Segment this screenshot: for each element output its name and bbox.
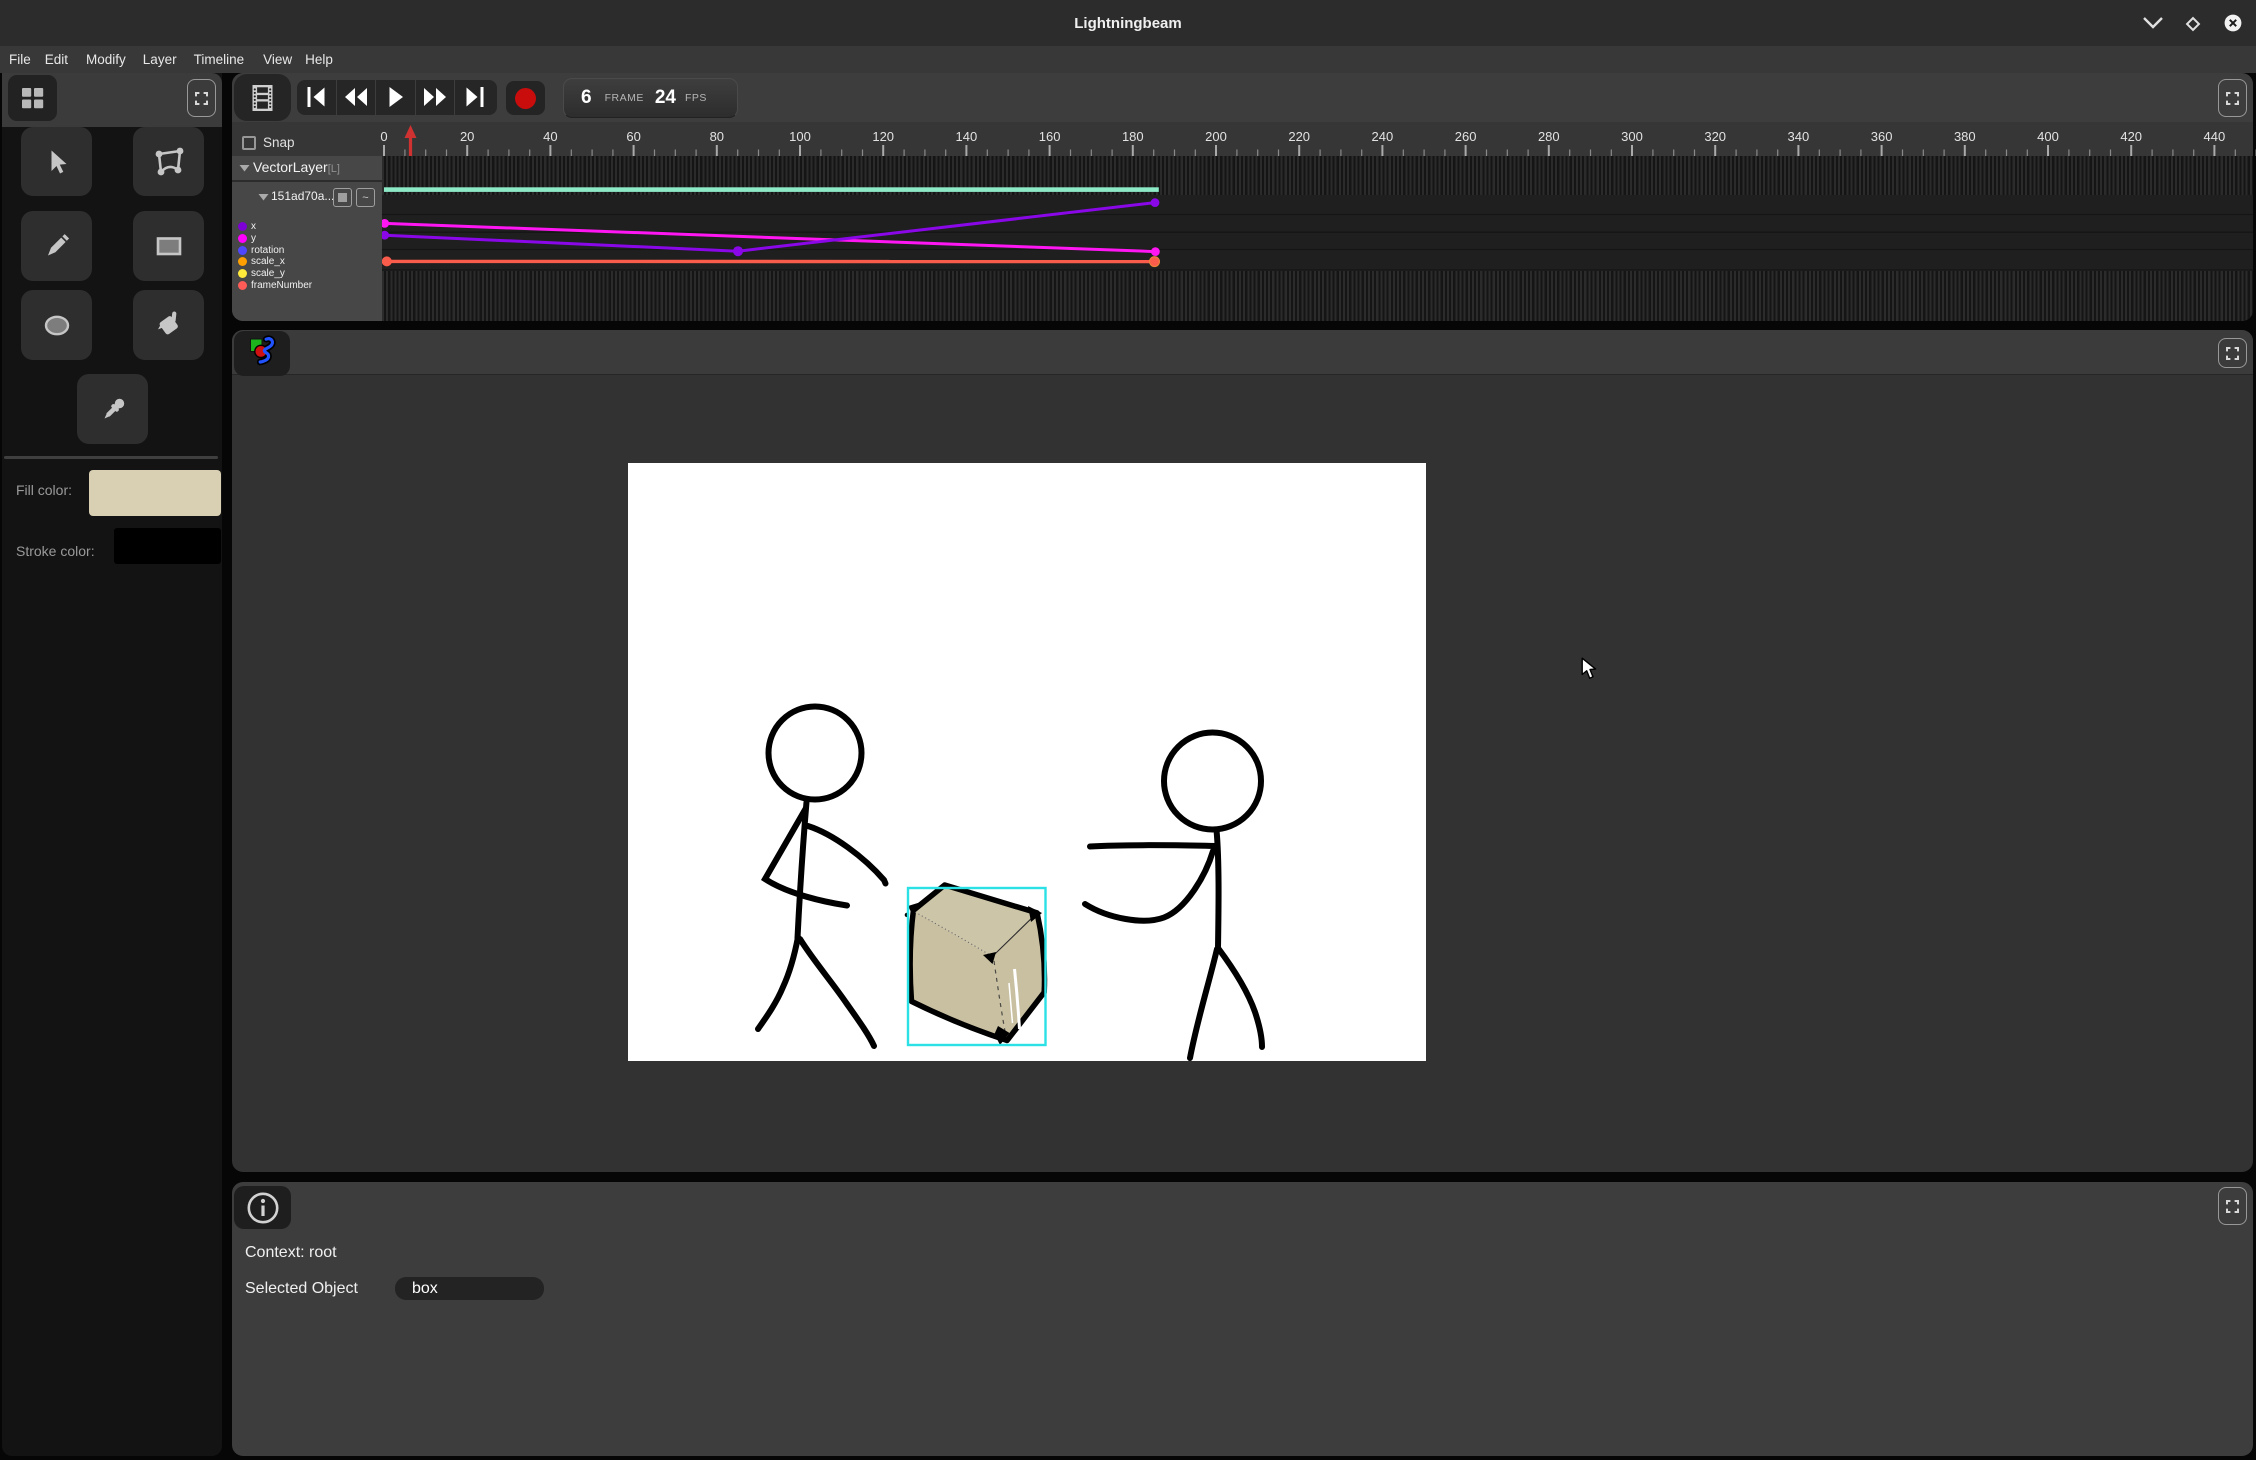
svg-text:300: 300 bbox=[1621, 129, 1643, 144]
svg-text:0: 0 bbox=[380, 129, 387, 144]
svg-text:60: 60 bbox=[626, 129, 640, 144]
svg-text:120: 120 bbox=[872, 129, 894, 144]
svg-text:100: 100 bbox=[789, 129, 811, 144]
svg-text:220: 220 bbox=[1288, 129, 1310, 144]
svg-text:260: 260 bbox=[1455, 129, 1477, 144]
svg-text:320: 320 bbox=[1704, 129, 1726, 144]
svg-text:160: 160 bbox=[1039, 129, 1061, 144]
svg-text:240: 240 bbox=[1372, 129, 1394, 144]
svg-text:280: 280 bbox=[1538, 129, 1560, 144]
svg-text:340: 340 bbox=[1788, 129, 1810, 144]
svg-text:80: 80 bbox=[710, 129, 724, 144]
svg-text:180: 180 bbox=[1122, 129, 1144, 144]
svg-text:20: 20 bbox=[460, 129, 474, 144]
svg-text:140: 140 bbox=[956, 129, 978, 144]
svg-text:200: 200 bbox=[1205, 129, 1227, 144]
svg-text:360: 360 bbox=[1871, 129, 1893, 144]
svg-text:40: 40 bbox=[543, 129, 557, 144]
svg-text:440: 440 bbox=[2204, 129, 2226, 144]
svg-text:420: 420 bbox=[2120, 129, 2142, 144]
svg-text:400: 400 bbox=[2037, 129, 2059, 144]
svg-text:380: 380 bbox=[1954, 129, 1976, 144]
